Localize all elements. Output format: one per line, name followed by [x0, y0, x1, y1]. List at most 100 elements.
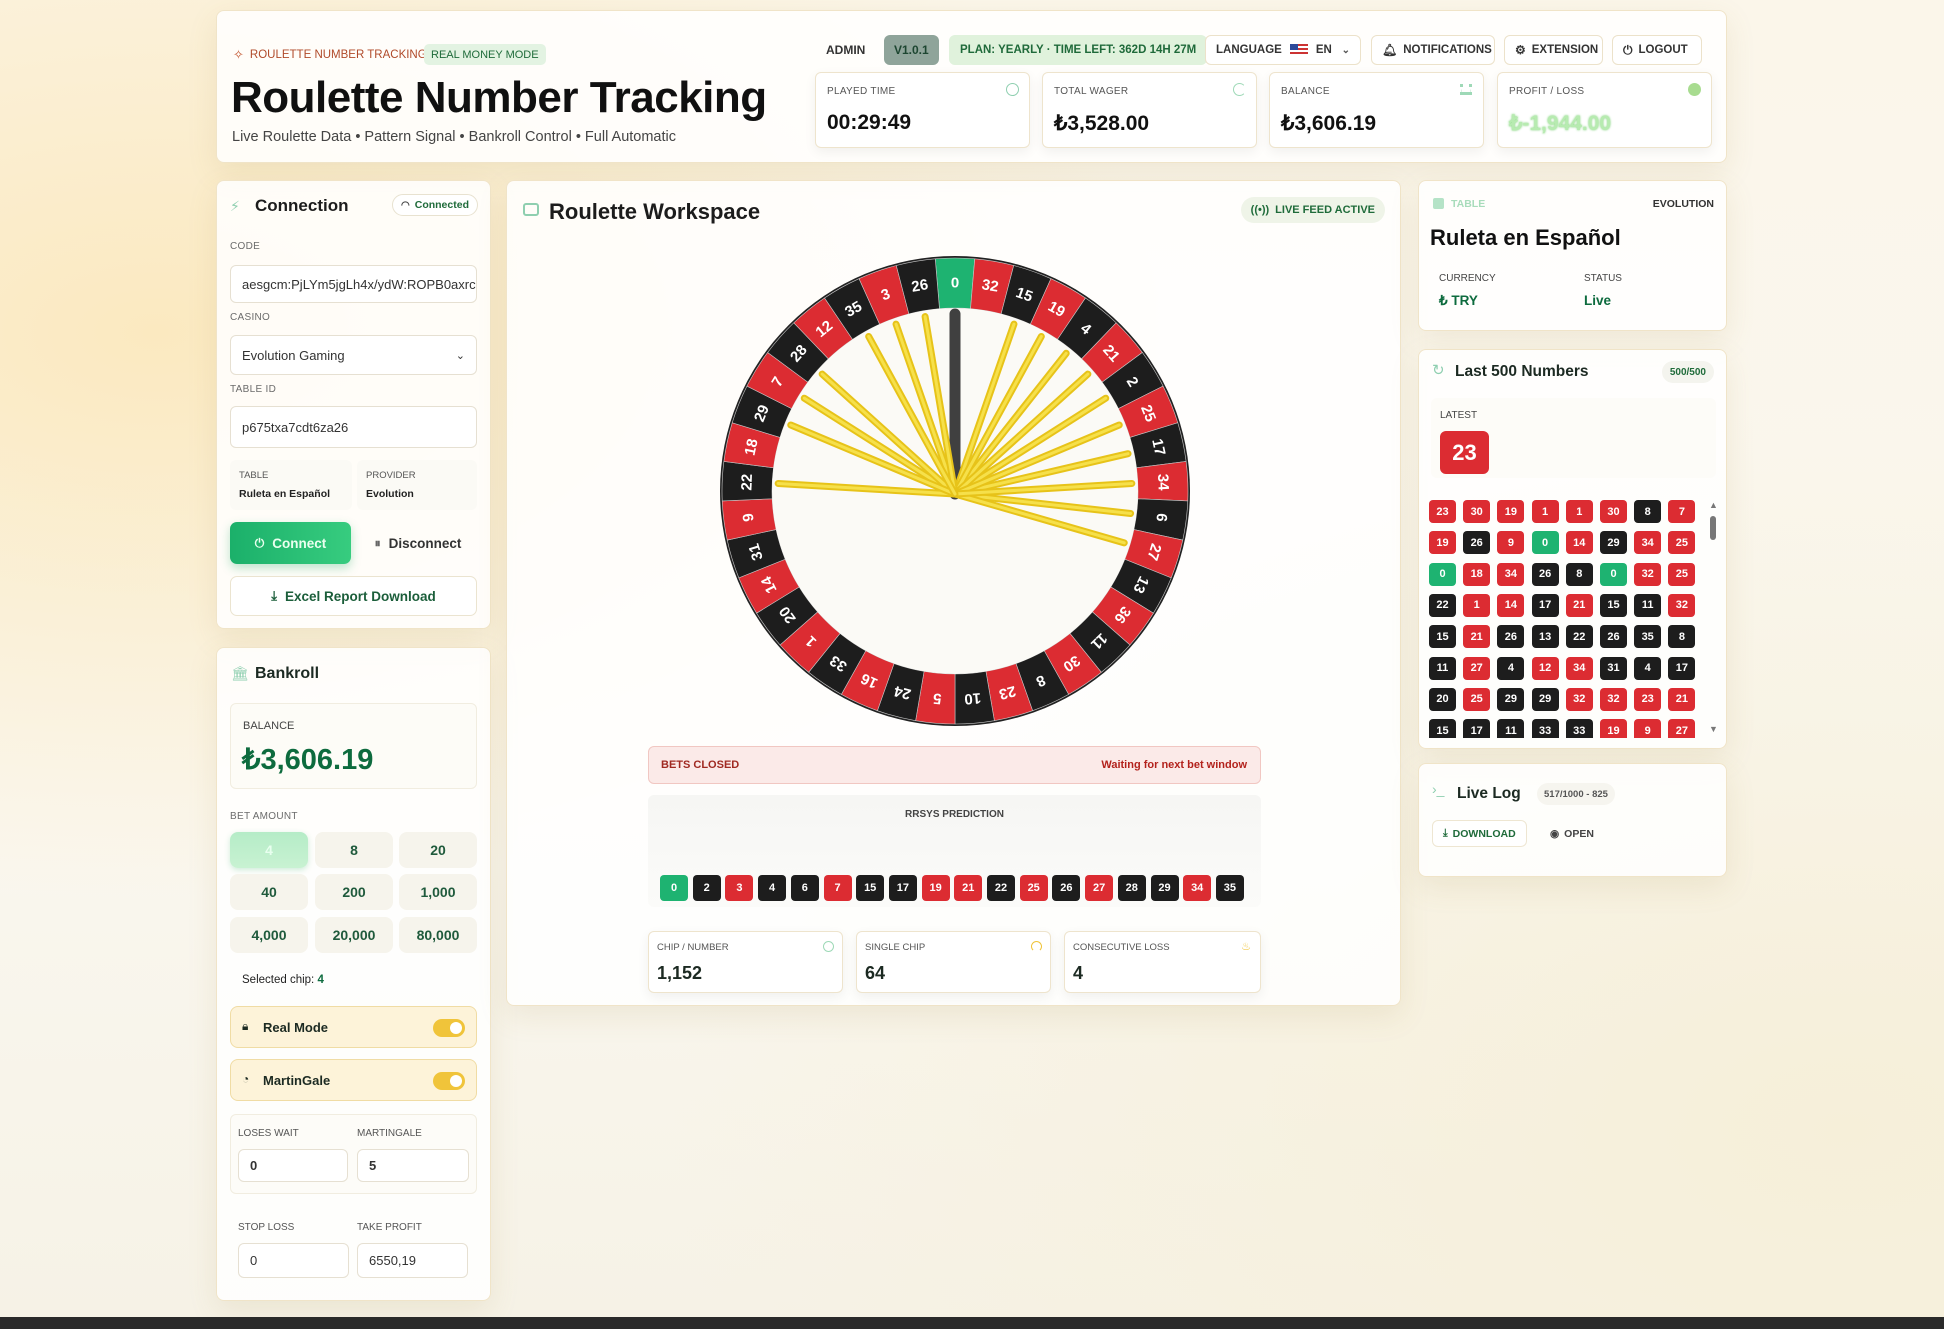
history-number: 29	[1497, 687, 1525, 711]
chip-20000[interactable]: 20,000	[315, 917, 393, 953]
workspace-icon	[523, 203, 539, 216]
roulette-wheel: 0 32 1519421225173462713361130823105241633…	[720, 256, 1190, 726]
history-number: 26	[1497, 625, 1525, 649]
wheel-number-10: 10	[964, 689, 982, 707]
balance-value: ₺3,606.19	[242, 744, 374, 776]
chip-80000[interactable]: 80,000	[399, 917, 477, 953]
history-number: 19	[1600, 719, 1627, 738]
notifications-button[interactable]: 🔔︎ NOTIFICATIONS	[1371, 35, 1495, 65]
bankroll-title: Bankroll	[255, 665, 320, 682]
history-number: 8	[1634, 500, 1662, 523]
number-history-grid[interactable]: 23 30 19 1 1 30 8 7 19 26 9 0 14 29 34 25 0 18 34 26 8 0 32 25 2…	[1429, 500, 1699, 738]
disconnect-button[interactable]: ⏸︎ Disconnect	[359, 522, 477, 564]
chip-20[interactable]: 20	[399, 832, 477, 868]
provider-info-box: PROVIDER Evolution	[357, 460, 477, 510]
profit-loss-stat: PROFIT / LOSS ₺-1,944.00	[1497, 72, 1712, 148]
scroll-up-icon[interactable]: ▲	[1709, 500, 1718, 510]
code-input[interactable]: aesgcm:PjLYm5jgLh4x/ydW:ROPB0axrcYj	[230, 265, 477, 303]
table-card: TABLE EVOLUTION Ruleta en Español CURREN…	[1418, 180, 1727, 331]
prediction-number: 3	[725, 875, 754, 901]
page-subtitle: Live Roulette Data • Pattern Signal • Ba…	[232, 129, 676, 145]
chip-40[interactable]: 40	[230, 874, 308, 910]
history-scrollbar[interactable]: ▲ ▼	[1708, 500, 1718, 740]
chip-4[interactable]: 4	[230, 832, 308, 868]
history-number: 29	[1600, 531, 1627, 555]
history-number: 32	[1565, 687, 1593, 711]
scroll-thumb[interactable]	[1710, 516, 1716, 540]
scroll-down-icon[interactable]: ▼	[1709, 724, 1718, 734]
excel-download-button[interactable]: ⤓ Excel Report Download	[230, 576, 477, 616]
table-id-input[interactable]: p675txa7cdt6za26	[230, 406, 477, 448]
take-profit-input[interactable]: 6550,19	[357, 1243, 468, 1278]
table-name: Ruleta en Español	[1430, 225, 1621, 250]
martingale-row[interactable]: ◔ MartinGale	[230, 1059, 477, 1101]
prediction-number: 28	[1117, 875, 1146, 901]
martingale-input[interactable]: 5	[357, 1149, 469, 1182]
consecutive-loss-stat: CONSECUTIVE LOSS ♨ 4	[1064, 931, 1261, 993]
clock-icon	[1006, 83, 1019, 96]
version-badge: V1.0.1	[884, 35, 939, 65]
info-icon	[1688, 83, 1701, 96]
prediction-number: 17	[888, 875, 917, 901]
wheel-number-22: 22	[738, 473, 756, 490]
live-log-card: ›_ Live Log 517/1000 - 825 ⤓ DOWNLOAD ◉ …	[1418, 763, 1727, 877]
table-icon	[1433, 198, 1444, 209]
stop-loss-input[interactable]: 0	[238, 1243, 349, 1278]
chip-number-stat: CHIP / NUMBER 1,152	[648, 931, 843, 993]
history-number: 1	[1463, 593, 1491, 617]
status-badge: Live	[1584, 293, 1612, 308]
loses-wait-input[interactable]: 0	[238, 1149, 348, 1182]
chip-200[interactable]: 200	[315, 874, 393, 910]
martingale-toggle[interactable]	[433, 1072, 465, 1090]
history-number: 7	[1668, 500, 1696, 523]
workspace-title: Roulette Workspace	[549, 199, 761, 224]
bank-icon: 🏛︎	[231, 665, 249, 681]
log-download-button[interactable]: ⤓ DOWNLOAD	[1432, 820, 1527, 847]
bank-icon	[1460, 84, 1472, 95]
prediction-number: 25	[1019, 875, 1048, 901]
real-mode-toggle[interactable]	[433, 1019, 465, 1037]
chip-8[interactable]: 8	[315, 832, 393, 868]
last-500-count: 500/500	[1661, 361, 1714, 383]
language-selector[interactable]: LANGUAGE EN ⌄	[1205, 35, 1361, 65]
table-id-label: TABLE ID	[230, 384, 277, 395]
extension-button[interactable]: ⚙︎ EXTENSION	[1504, 35, 1603, 65]
history-number: 32	[1634, 562, 1662, 586]
history-number: 4	[1634, 656, 1662, 680]
history-number: 30	[1600, 500, 1627, 523]
chip-1000[interactable]: 1,000	[399, 874, 477, 910]
connection-title: Connection	[255, 196, 349, 215]
page-title: Roulette Number Tracking	[231, 73, 767, 122]
prediction-number: 27	[1085, 875, 1114, 901]
real-mode-row[interactable]: 🔒︎ Real Mode	[230, 1006, 477, 1048]
wheel-number-32: 32	[980, 276, 999, 296]
prediction-number: 15	[856, 875, 885, 901]
history-number: 21	[1463, 625, 1491, 649]
spinner-icon	[1233, 83, 1246, 96]
casino-select[interactable]: Evolution Gaming ⌄	[230, 335, 477, 375]
history-number: 23	[1429, 500, 1456, 523]
history-number: 27	[1668, 719, 1696, 738]
history-number: 18	[1463, 562, 1491, 586]
chip-4000[interactable]: 4,000	[230, 917, 308, 953]
wheel-number-34: 34	[1154, 473, 1172, 491]
live-log-count: 517/1000 - 825	[1537, 783, 1615, 805]
history-number: 13	[1531, 625, 1559, 649]
sparkle-icon: ✧	[233, 47, 244, 62]
martingale-settings-box: LOSES WAIT MARTINGALE 0 5	[230, 1114, 477, 1194]
connect-button[interactable]: ⏻ Connect	[230, 522, 351, 564]
history-number: 15	[1429, 625, 1456, 649]
wifi-icon: ◠	[401, 199, 410, 211]
prediction-number: 21	[954, 875, 983, 901]
history-number: 25	[1668, 562, 1696, 586]
history-number: 17	[1463, 719, 1491, 738]
connection-card: ⚡︎ Connection ◠ Connected CODE aesgcm:Pj…	[216, 180, 491, 629]
table-info-box: TABLE Ruleta en Español	[230, 460, 352, 510]
history-number: 1	[1531, 500, 1559, 523]
log-open-button[interactable]: ◉ OPEN	[1541, 820, 1603, 847]
power-icon: ⏻	[1623, 42, 1633, 57]
download-icon: ⤓	[1443, 827, 1448, 839]
history-number: 15	[1429, 719, 1456, 738]
logout-button[interactable]: ⏻ LOGOUT	[1612, 35, 1702, 65]
history-number: 20	[1429, 687, 1456, 711]
